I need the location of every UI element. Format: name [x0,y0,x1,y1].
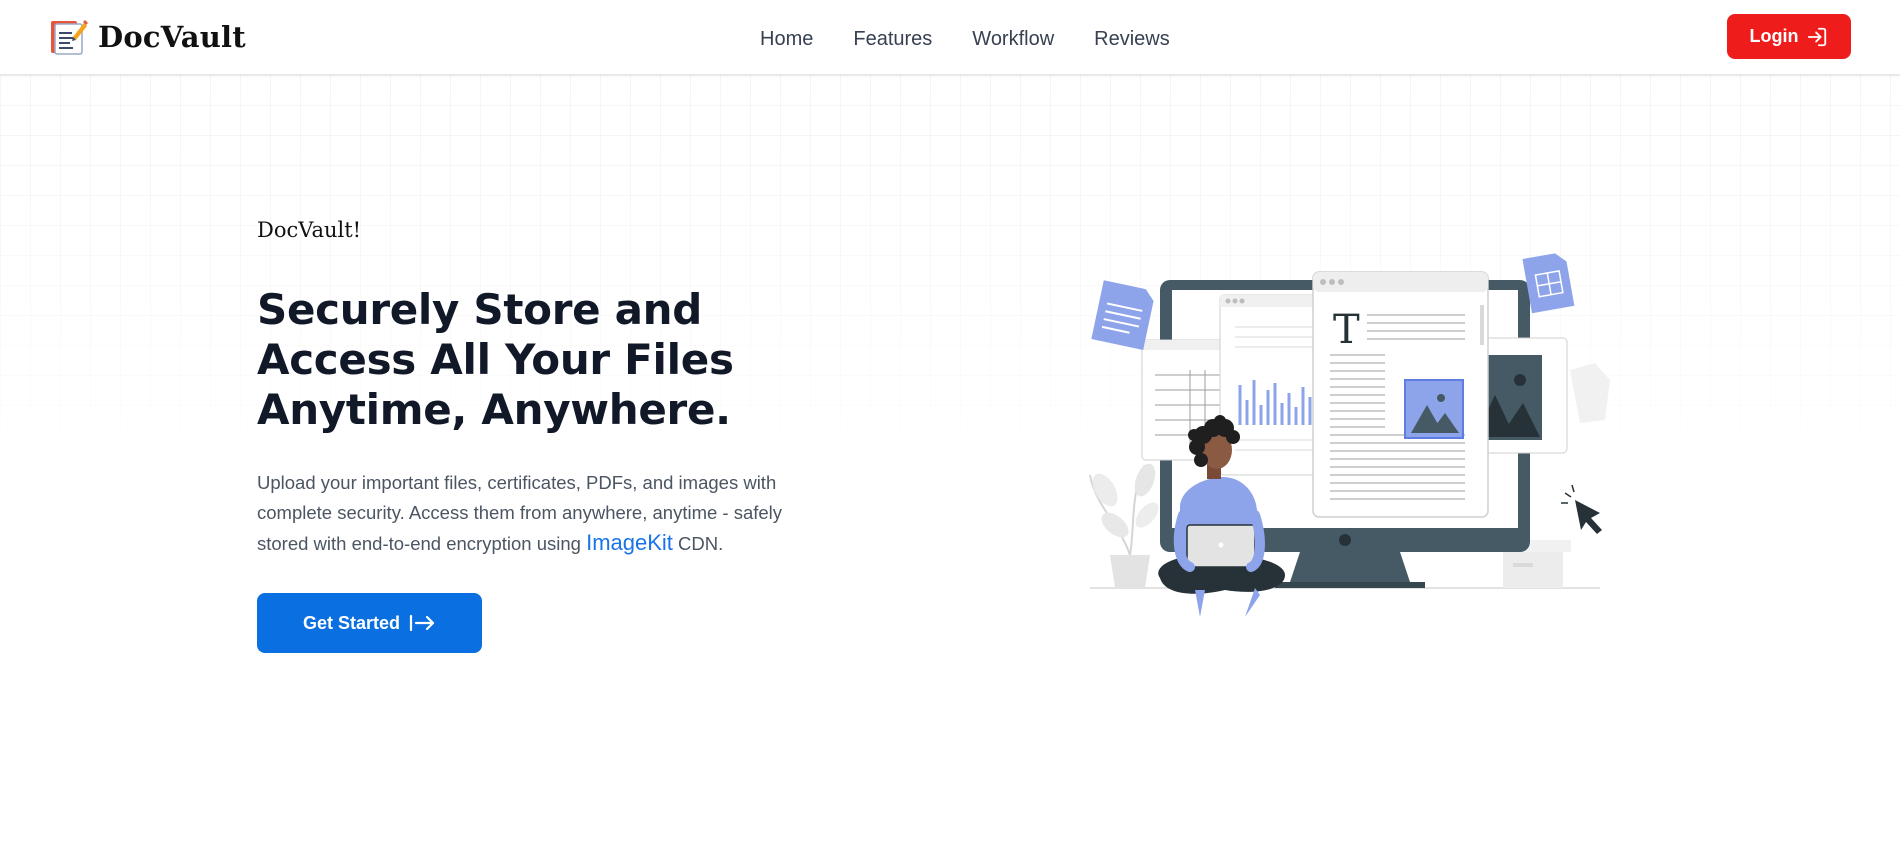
imagekit-link[interactable]: ImageKit [586,530,673,555]
get-started-label: Get Started [302,612,401,633]
floating-document-right [1522,253,1575,314]
login-arrow-icon [1808,27,1827,46]
svg-text:T: T [1333,307,1360,353]
get-started-button[interactable]: Get Started [257,593,482,653]
login-button[interactable]: Login [1727,14,1851,59]
main-nav: Home Features Workflow Reviews [760,25,1210,53]
hero-description: Upload your important files, certificate… [257,468,817,559]
nav-home[interactable]: Home [760,25,813,53]
site-header: DocVault Home Features Workflow Reviews … [0,0,1900,75]
brand-name: DocVault [98,20,246,54]
hero-illustration: T [1089,253,1610,617]
description-text-end: CDN. [672,533,724,554]
plant-illustration [1089,463,1159,588]
nav-features[interactable]: Features [853,25,932,53]
nav-reviews[interactable]: Reviews [1094,25,1170,53]
document-window: T [1312,271,1489,518]
hero-eyebrow: DocVault! [257,218,362,242]
floating-paper-faded [1570,363,1610,423]
hero-headline: Securely Store and Access All Your Files… [257,285,734,434]
arrow-right-bar-icon [409,614,435,632]
login-label: Login [1749,26,1799,46]
brand[interactable]: DocVault [48,16,246,58]
nav-workflow[interactable]: Workflow [972,25,1054,53]
cursor-illustration [1561,484,1602,534]
document-pen-logo-icon [51,20,88,55]
